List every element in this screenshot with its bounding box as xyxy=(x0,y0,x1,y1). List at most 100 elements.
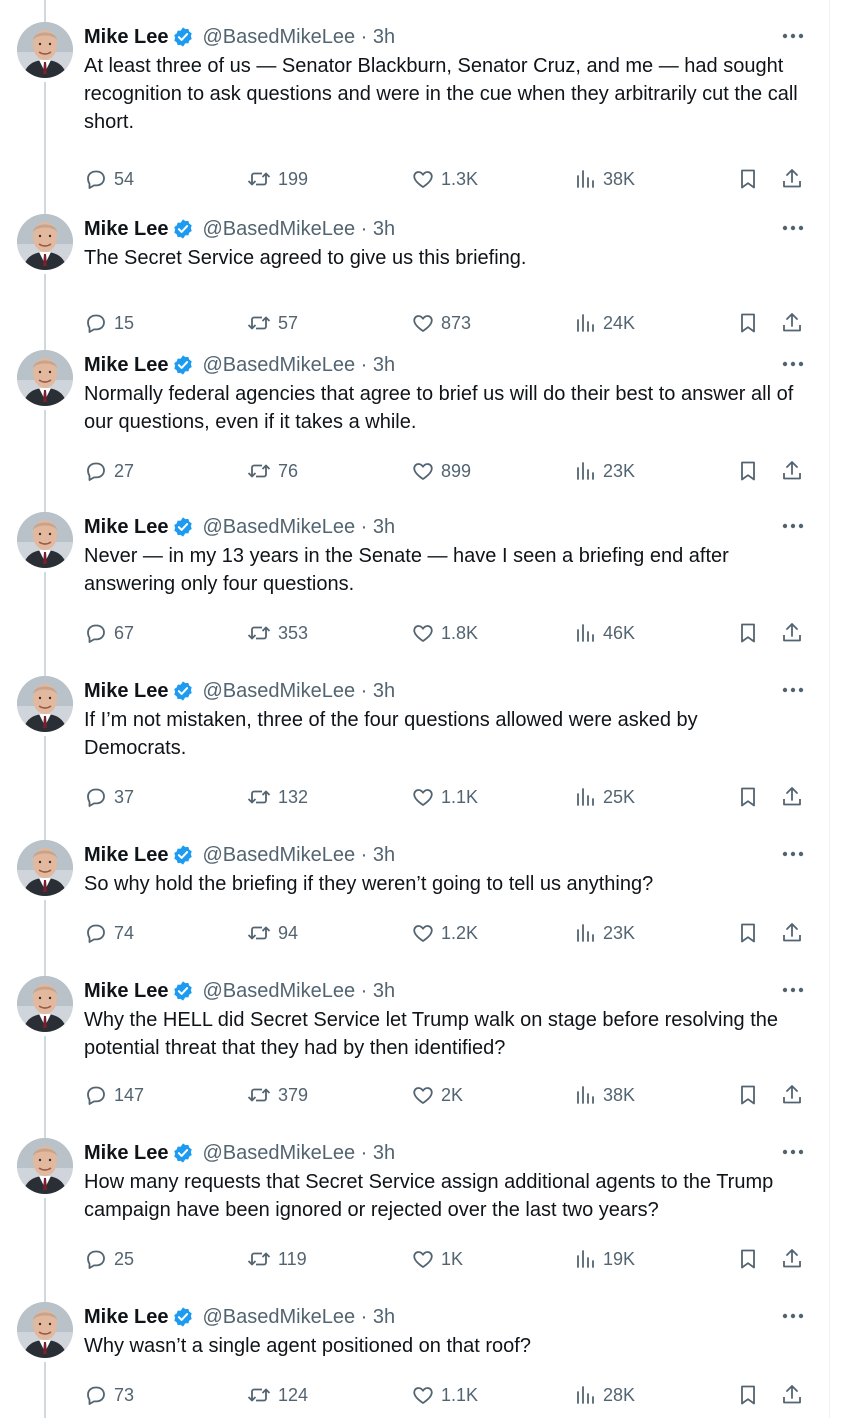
retweet-button[interactable]: 132 xyxy=(246,782,308,812)
author-handle-time[interactable]: @BasedMikeLee · 3h xyxy=(202,26,395,49)
avatar[interactable] xyxy=(17,676,73,732)
author-handle-time[interactable]: @BasedMikeLee · 3h xyxy=(202,218,395,241)
more-options-icon[interactable] xyxy=(780,1306,806,1326)
share-button[interactable] xyxy=(780,918,810,948)
avatar[interactable] xyxy=(17,840,73,896)
views-button[interactable]: 23K xyxy=(575,456,635,486)
like-button[interactable]: 873 xyxy=(411,308,471,338)
reply-button[interactable]: 74 xyxy=(84,918,134,948)
retweet-button[interactable]: 379 xyxy=(246,1080,308,1110)
reply-button[interactable]: 67 xyxy=(84,618,134,648)
avatar[interactable] xyxy=(17,214,73,270)
retweet-count: 199 xyxy=(278,168,309,189)
author-handle-time[interactable]: @BasedMikeLee · 3h xyxy=(202,980,395,1003)
reply-button[interactable]: 73 xyxy=(84,1380,134,1410)
verified-badge-icon xyxy=(172,218,194,240)
author-name[interactable]: Mike Lee xyxy=(84,218,168,241)
bookmark-button[interactable] xyxy=(736,1380,766,1410)
views-button[interactable]: 23K xyxy=(575,918,635,948)
retweet-button[interactable]: 119 xyxy=(246,1244,307,1274)
share-button[interactable] xyxy=(780,782,810,812)
share-button[interactable] xyxy=(780,1080,810,1110)
tweet-actions: 25 119 1K 19K xyxy=(84,1244,814,1274)
author-handle-time[interactable]: @BasedMikeLee · 3h xyxy=(202,1142,395,1165)
reply-button[interactable]: 27 xyxy=(84,456,134,486)
share-button[interactable] xyxy=(780,456,810,486)
views-button[interactable]: 28K xyxy=(575,1380,635,1410)
share-button[interactable] xyxy=(780,164,810,194)
tweet-header: Mike Lee @BasedMikeLee · 3h xyxy=(84,514,395,540)
reply-button[interactable]: 147 xyxy=(84,1080,144,1110)
share-icon xyxy=(783,923,801,942)
bookmark-button[interactable] xyxy=(736,456,766,486)
bookmark-button[interactable] xyxy=(736,618,766,648)
views-button[interactable]: 25K xyxy=(575,782,635,812)
author-name[interactable]: Mike Lee xyxy=(84,516,168,539)
like-button[interactable]: 1.8K xyxy=(411,618,478,648)
bookmark-button[interactable] xyxy=(736,308,766,338)
like-button[interactable]: 899 xyxy=(411,456,471,486)
author-name[interactable]: Mike Lee xyxy=(84,1142,168,1165)
share-button[interactable] xyxy=(780,618,810,648)
like-button[interactable]: 1K xyxy=(411,1244,463,1274)
bookmark-button[interactable] xyxy=(736,918,766,948)
author-handle-time[interactable]: @BasedMikeLee · 3h xyxy=(202,680,395,703)
author-name[interactable]: Mike Lee xyxy=(84,980,168,1003)
avatar[interactable] xyxy=(17,350,73,406)
author-name[interactable]: Mike Lee xyxy=(84,26,168,49)
tweet-text: Normally federal agencies that agree to … xyxy=(84,383,794,433)
like-button[interactable]: 2K xyxy=(411,1080,463,1110)
reply-button[interactable]: 15 xyxy=(84,308,134,338)
share-button[interactable] xyxy=(780,1244,810,1274)
views-button[interactable]: 38K xyxy=(575,1080,635,1110)
author-name[interactable]: Mike Lee xyxy=(84,354,168,377)
author-handle-time[interactable]: @BasedMikeLee · 3h xyxy=(202,516,395,539)
more-options-icon[interactable] xyxy=(780,680,806,700)
avatar[interactable] xyxy=(17,22,73,78)
retweet-button[interactable]: 76 xyxy=(246,456,298,486)
more-options-icon[interactable] xyxy=(780,354,806,374)
like-button[interactable]: 1.1K xyxy=(411,782,478,812)
reply-button[interactable]: 54 xyxy=(84,164,134,194)
more-options-icon[interactable] xyxy=(780,218,806,238)
retweet-button[interactable]: 353 xyxy=(246,618,308,648)
author-name[interactable]: Mike Lee xyxy=(84,844,168,867)
reply-button[interactable]: 37 xyxy=(84,782,134,812)
more-options-icon[interactable] xyxy=(780,26,806,46)
bookmark-button[interactable] xyxy=(736,1080,766,1110)
avatar[interactable] xyxy=(17,512,73,568)
author-name[interactable]: Mike Lee xyxy=(84,680,168,703)
retweet-button[interactable]: 94 xyxy=(246,918,298,948)
retweet-button[interactable]: 57 xyxy=(246,308,298,338)
author-handle-time[interactable]: @BasedMikeLee · 3h xyxy=(202,1306,395,1329)
verified-badge-icon xyxy=(172,26,194,48)
author-name[interactable]: Mike Lee xyxy=(84,1306,168,1329)
share-button[interactable] xyxy=(780,308,810,338)
bookmark-button[interactable] xyxy=(736,1244,766,1274)
avatar[interactable] xyxy=(17,1302,73,1358)
thread-line xyxy=(44,572,46,676)
bookmark-button[interactable] xyxy=(736,164,766,194)
like-button[interactable]: 1.3K xyxy=(411,164,478,194)
views-button[interactable]: 46K xyxy=(575,618,635,648)
share-button[interactable] xyxy=(780,1380,810,1410)
more-options-icon[interactable] xyxy=(780,516,806,536)
avatar[interactable] xyxy=(17,1138,73,1194)
views-button[interactable]: 19K xyxy=(575,1244,635,1274)
author-handle-time[interactable]: @BasedMikeLee · 3h xyxy=(202,844,395,867)
views-icon xyxy=(577,314,594,332)
like-button[interactable]: 1.2K xyxy=(411,918,478,948)
like-icon xyxy=(413,171,433,188)
views-button[interactable]: 24K xyxy=(575,308,635,338)
more-options-icon[interactable] xyxy=(780,980,806,1000)
more-options-icon[interactable] xyxy=(780,844,806,864)
avatar[interactable] xyxy=(17,976,73,1032)
author-handle-time[interactable]: @BasedMikeLee · 3h xyxy=(202,354,395,377)
retweet-button[interactable]: 124 xyxy=(246,1380,308,1410)
retweet-button[interactable]: 199 xyxy=(246,164,308,194)
reply-button[interactable]: 25 xyxy=(84,1244,134,1274)
more-options-icon[interactable] xyxy=(780,1142,806,1162)
like-button[interactable]: 1.1K xyxy=(411,1380,478,1410)
views-button[interactable]: 38K xyxy=(575,164,635,194)
bookmark-button[interactable] xyxy=(736,782,766,812)
